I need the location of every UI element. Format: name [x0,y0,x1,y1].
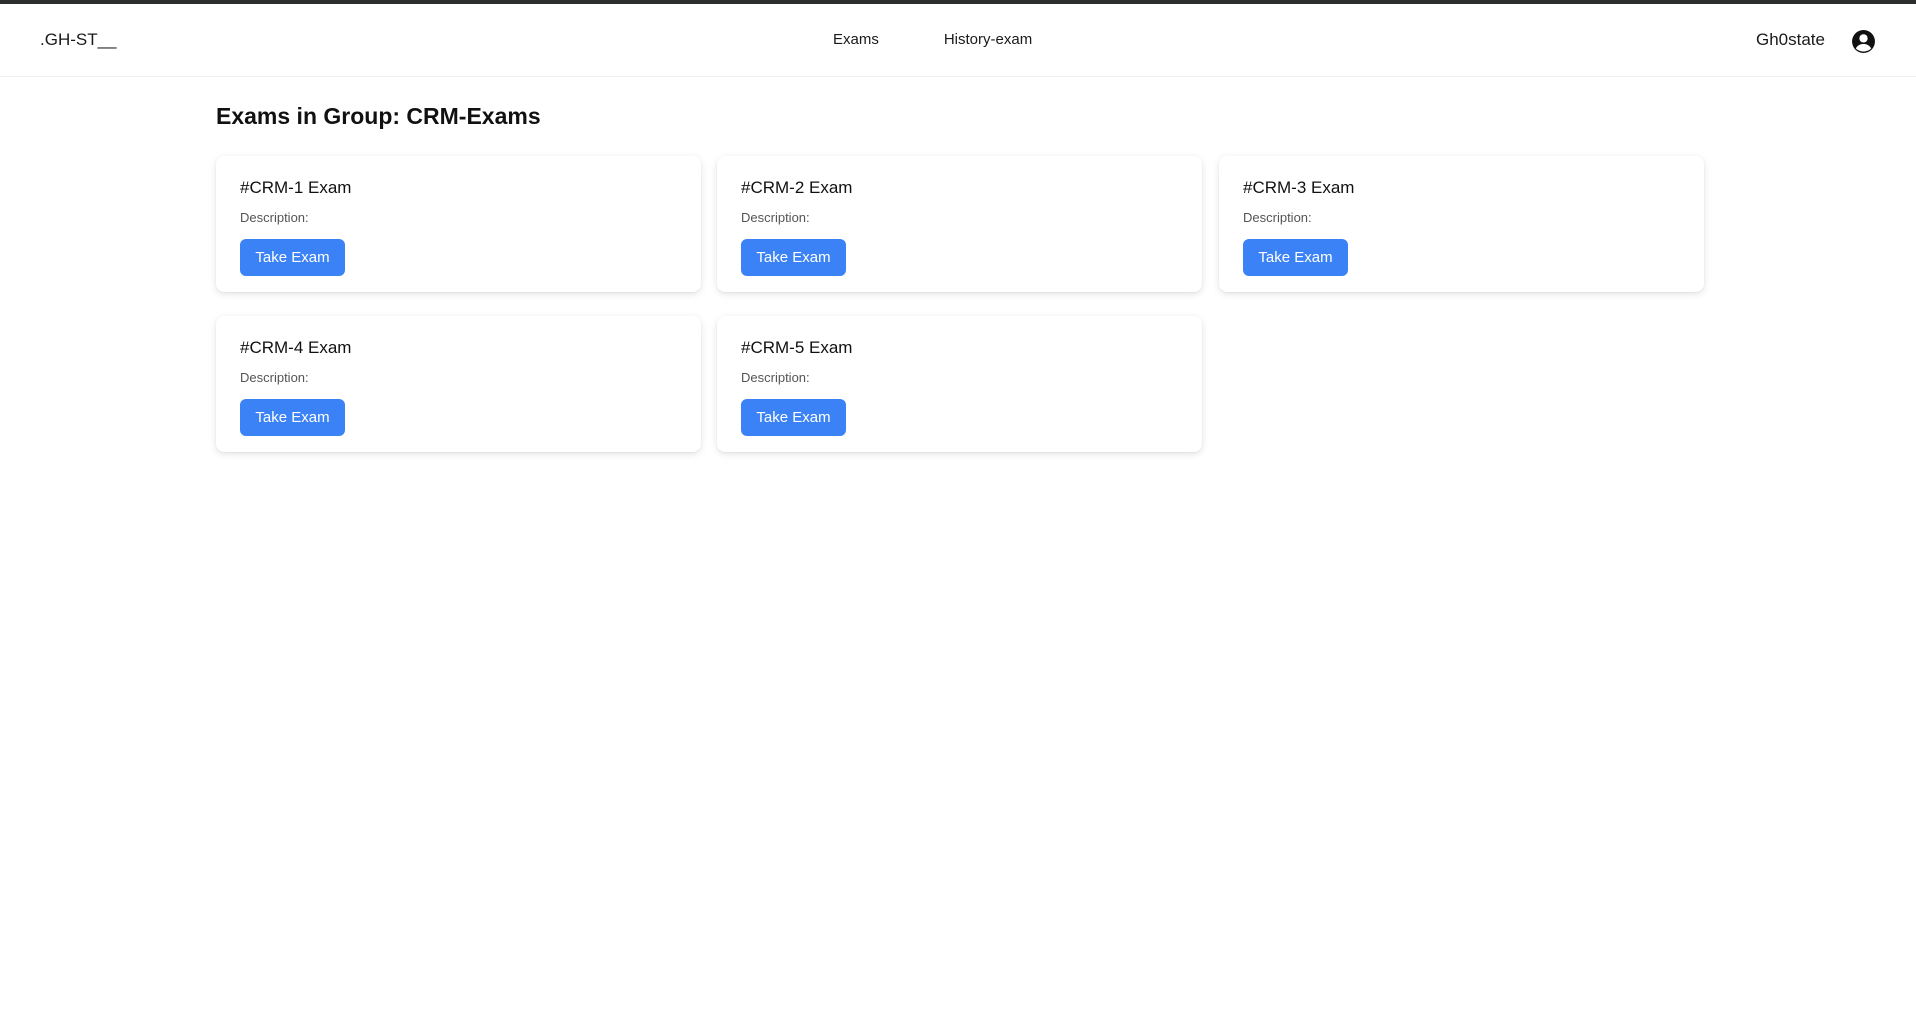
exam-card: #CRM-2 Exam Description: Take Exam [717,156,1202,292]
exam-title: #CRM-1 Exam [240,178,352,197]
exam-card: #CRM-3 Exam Description: Take Exam [1219,156,1704,292]
nav-link-exams[interactable]: Exams [833,31,879,48]
take-exam-button[interactable]: Take Exam [1243,239,1348,276]
exam-description: Description: [240,210,309,225]
navbar: .GH-ST__ Exams History-exam Gh0state [0,4,1916,77]
exam-title: #CRM-5 Exam [741,338,853,357]
exam-description: Description: [1243,210,1312,225]
page-title: Exams in Group: CRM-Exams [216,103,541,129]
take-exam-button[interactable]: Take Exam [741,239,846,276]
exam-description: Description: [240,370,309,385]
exam-card: #CRM-1 Exam Description: Take Exam [216,156,701,292]
exam-title: #CRM-4 Exam [240,338,352,357]
exam-card: #CRM-5 Exam Description: Take Exam [717,316,1202,452]
user-circle-icon[interactable] [1851,29,1876,54]
exam-title: #CRM-2 Exam [741,178,853,197]
take-exam-button[interactable]: Take Exam [741,399,846,436]
user-name: Gh0state [1756,30,1825,49]
exam-description: Description: [741,210,810,225]
nav-link-history-exam[interactable]: History-exam [944,31,1032,48]
exam-title: #CRM-3 Exam [1243,178,1355,197]
exam-description: Description: [741,370,810,385]
nav-links: Exams History-exam [833,31,1032,48]
brand-logo[interactable]: .GH-ST__ [40,30,117,50]
take-exam-button[interactable]: Take Exam [240,239,345,276]
take-exam-button[interactable]: Take Exam [240,399,345,436]
exam-card: #CRM-4 Exam Description: Take Exam [216,316,701,452]
